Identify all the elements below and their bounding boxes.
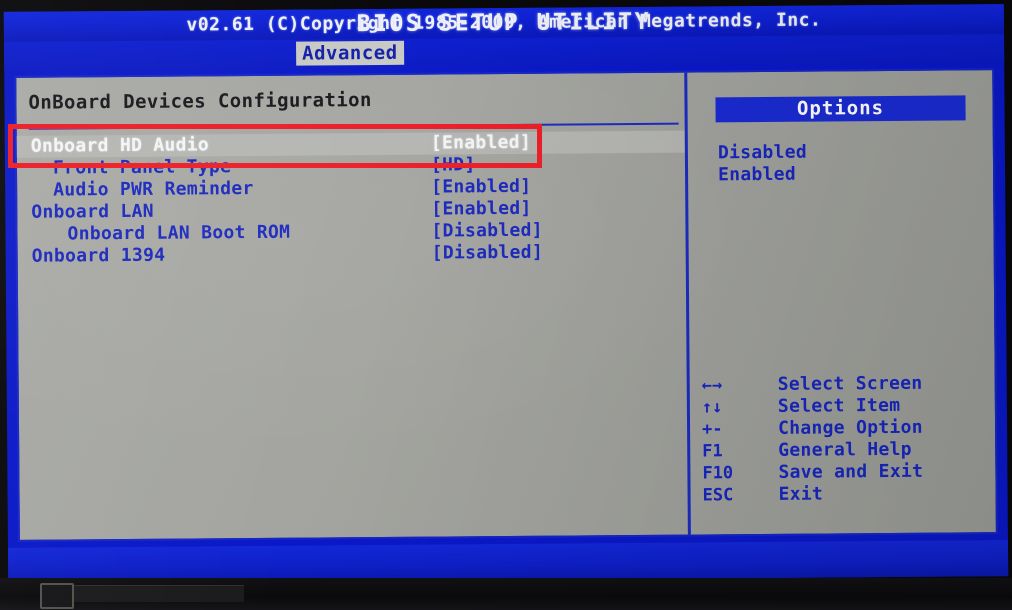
setting-label: Onboard HD Audio [30, 134, 210, 157]
option-item[interactable]: Disabled [718, 142, 807, 165]
legend-row: ↑↓ Select Item [702, 394, 992, 418]
setting-value[interactable]: [Enabled] [431, 198, 531, 221]
setting-value[interactable]: [Disabled] [432, 242, 544, 265]
option-item[interactable]: Enabled [718, 164, 807, 187]
options-region: Options Disabled Enabled ←→ Select Screen ↑… [687, 70, 996, 534]
legend-row: F10 Save and Exit [702, 460, 992, 484]
setting-label: Onboard 1394 [31, 244, 166, 267]
legend-row: ESC Exit [703, 482, 993, 506]
legend-key-icon: ESC [702, 485, 734, 506]
setting-value[interactable]: [Disabled] [431, 220, 543, 243]
bezel-strip [74, 585, 244, 602]
legend-row: ←→ Select Screen [702, 372, 992, 396]
legend-description: Save and Exit [778, 460, 924, 483]
settings-list: Onboard HD Audio [Enabled] Front Panel Typ… [16, 130, 686, 268]
legend-description: Exit [778, 483, 824, 505]
legend-key-icon: ←→ [701, 375, 723, 396]
bios-photo: BIOS SETUP UTILITY Advanced OnBoard Devi… [0, 0, 1012, 610]
setting-value[interactable]: [Enabled] [431, 132, 531, 155]
legend-key-icon: F10 [702, 463, 734, 484]
setting-label: Onboard LAN Boot ROM [67, 221, 291, 245]
legend-key-icon: +- [701, 419, 723, 440]
content-panel: OnBoard Devices Configuration Onboard HD… [14, 68, 998, 542]
legend-key-icon: ↑↓ [701, 397, 723, 418]
setting-label: Front Panel Type [52, 156, 232, 179]
tab-advanced[interactable]: Advanced [296, 40, 404, 66]
setting-value[interactable]: [Enabled] [431, 176, 531, 199]
section-divider [28, 122, 679, 130]
legend-description: Select Screen [777, 372, 923, 395]
options-list: Disabled Enabled [718, 142, 807, 187]
bios-screen: BIOS SETUP UTILITY Advanced OnBoard Devi… [3, 4, 1009, 584]
settings-region: OnBoard Devices Configuration Onboard HD… [16, 73, 688, 540]
legend-key-icon: F1 [702, 441, 723, 462]
options-header: Options [715, 95, 966, 123]
setting-value[interactable]: [HD] [431, 154, 476, 176]
legend-description: Select Item [777, 394, 901, 417]
setting-label: Audio PWR Reminder [53, 177, 254, 201]
bezel-button [40, 583, 74, 609]
legend-row: F1 General Help [702, 438, 992, 462]
legend-row: +- Change Option [702, 416, 992, 440]
setting-label: Onboard LAN [31, 200, 154, 223]
legend-description: General Help [778, 438, 912, 461]
section-title: OnBoard Devices Configuration [28, 89, 372, 114]
key-legend: ←→ Select Screen ↑↓ Select Item +- Change Opt… [702, 372, 993, 506]
setting-row[interactable]: Onboard 1394 [Disabled] [18, 241, 686, 268]
legend-description: Change Option [777, 416, 923, 439]
